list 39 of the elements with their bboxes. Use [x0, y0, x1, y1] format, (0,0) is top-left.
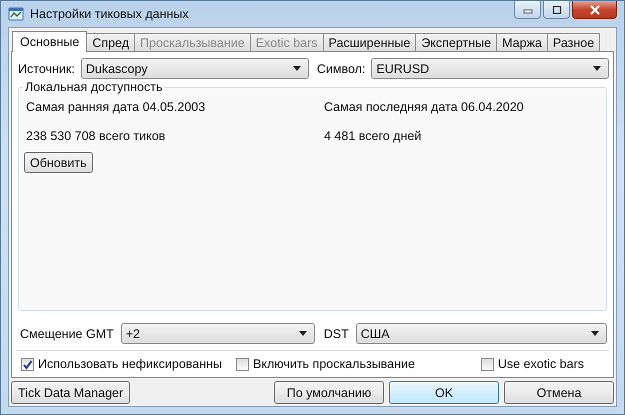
minimize-button[interactable] [514, 1, 541, 19]
dst-dropdown[interactable]: США [356, 323, 607, 344]
symbol-label: Символ: [316, 62, 366, 76]
checkbox[interactable]: Включить проскальзывание [236, 357, 451, 371]
default-button[interactable]: По умолчанию [274, 381, 384, 404]
tab[interactable]: Основные [12, 31, 88, 52]
close-button[interactable] [572, 1, 617, 19]
group-title: Локальная доступность [23, 80, 164, 94]
ok-button[interactable]: OK [389, 381, 499, 404]
tab[interactable]: Спред [86, 33, 136, 51]
checkbox-label: Включить проскальзывание [253, 357, 415, 371]
close-icon [588, 4, 600, 14]
gmt-offset-label: Смещение GMT [19, 326, 114, 340]
maximize-icon [552, 6, 562, 14]
refresh-button[interactable]: Обновить [24, 152, 93, 173]
caret-icon [591, 331, 599, 336]
cancel-button[interactable]: Отмена [504, 381, 614, 404]
tab[interactable]: Расширенные [322, 33, 416, 51]
symbol-dropdown[interactable]: EURUSD [371, 58, 609, 79]
latest-date-text: Самая последняя дата 06.04.2020 [324, 100, 525, 114]
tick-count-text: 238 530 708 всего тиков [26, 129, 166, 143]
source-dropdown[interactable]: Dukascopy [80, 58, 309, 79]
checkbox-label: Use exotic bars [498, 357, 584, 371]
maximize-button[interactable] [543, 1, 570, 19]
checkbox[interactable]: Use exotic bars [480, 357, 584, 371]
dst-label: DST [322, 326, 349, 340]
day-count-text: 4 481 всего дней [324, 129, 422, 143]
earliest-date-text: Самая ранняя дата 04.05.2003 [26, 100, 206, 114]
caret-icon [292, 66, 301, 71]
tab[interactable]: Экспертные [415, 33, 498, 51]
caret-icon [298, 331, 307, 336]
tick-data-manager-button[interactable]: Tick Data Manager [11, 381, 130, 404]
chart-window-icon [8, 6, 24, 22]
source-label: Источник: [17, 62, 75, 76]
tab[interactable]: Маржа [496, 33, 548, 51]
tab[interactable]: Разное [546, 33, 600, 51]
window-title: Настройки тиковых данных [30, 7, 189, 21]
gmt-offset-dropdown[interactable]: +2 [120, 323, 315, 344]
caret-icon [593, 66, 601, 71]
